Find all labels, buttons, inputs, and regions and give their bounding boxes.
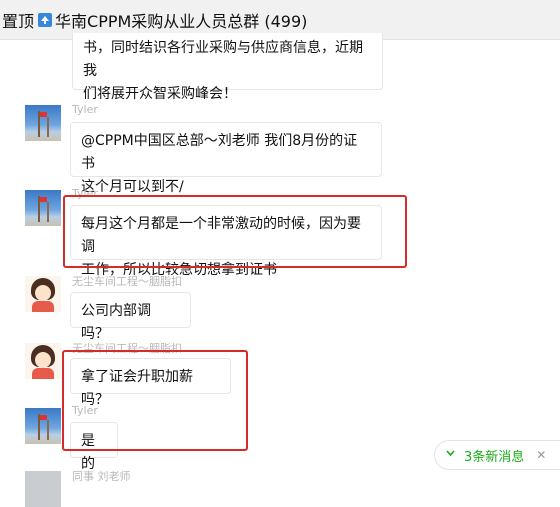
highlight-box — [62, 350, 248, 451]
sender-name: 无尘车间工程～胭脂扣 — [72, 275, 182, 288]
sender-name: Tyler — [72, 103, 98, 116]
message-line: 们将展开众智采购峰会！ — [83, 86, 237, 102]
avatar[interactable] — [25, 471, 61, 507]
message-bubble[interactable]: 公司内部调 吗？ — [70, 292, 191, 342]
pin-up-icon — [38, 12, 53, 27]
avatar[interactable] — [25, 343, 61, 379]
message-line: @CPPM中国区总部～刘老师 我们8月份的证书 — [81, 133, 358, 172]
highlight-box — [63, 195, 407, 268]
avatar[interactable] — [25, 408, 61, 444]
avatar[interactable] — [25, 190, 61, 226]
chat-title[interactable]: 华南CPPM采购从业人员总群 (499) — [55, 8, 307, 32]
close-icon[interactable]: ✕ — [536, 448, 546, 462]
avatar[interactable] — [25, 105, 61, 141]
message-line: 书，同时结识各行业采购与供应商信息，近期我 — [83, 40, 363, 79]
message-bubble[interactable]: 书，同时结识各行业采购与供应商信息，近期我 们将展开众智采购峰会！ — [72, 33, 383, 102]
avatar[interactable] — [25, 276, 61, 312]
message-bubble[interactable]: @CPPM中国区总部～刘老师 我们8月份的证书 这个月可以到不/ — [70, 122, 382, 195]
sender-name: 同事 刘老师 — [72, 470, 131, 483]
chevron-down-icon — [445, 448, 456, 463]
new-messages-label: 3条新消息 — [464, 449, 525, 465]
new-messages-button[interactable]: 3条新消息 ✕ — [434, 440, 560, 470]
pin-label: 置顶 — [2, 11, 35, 31]
